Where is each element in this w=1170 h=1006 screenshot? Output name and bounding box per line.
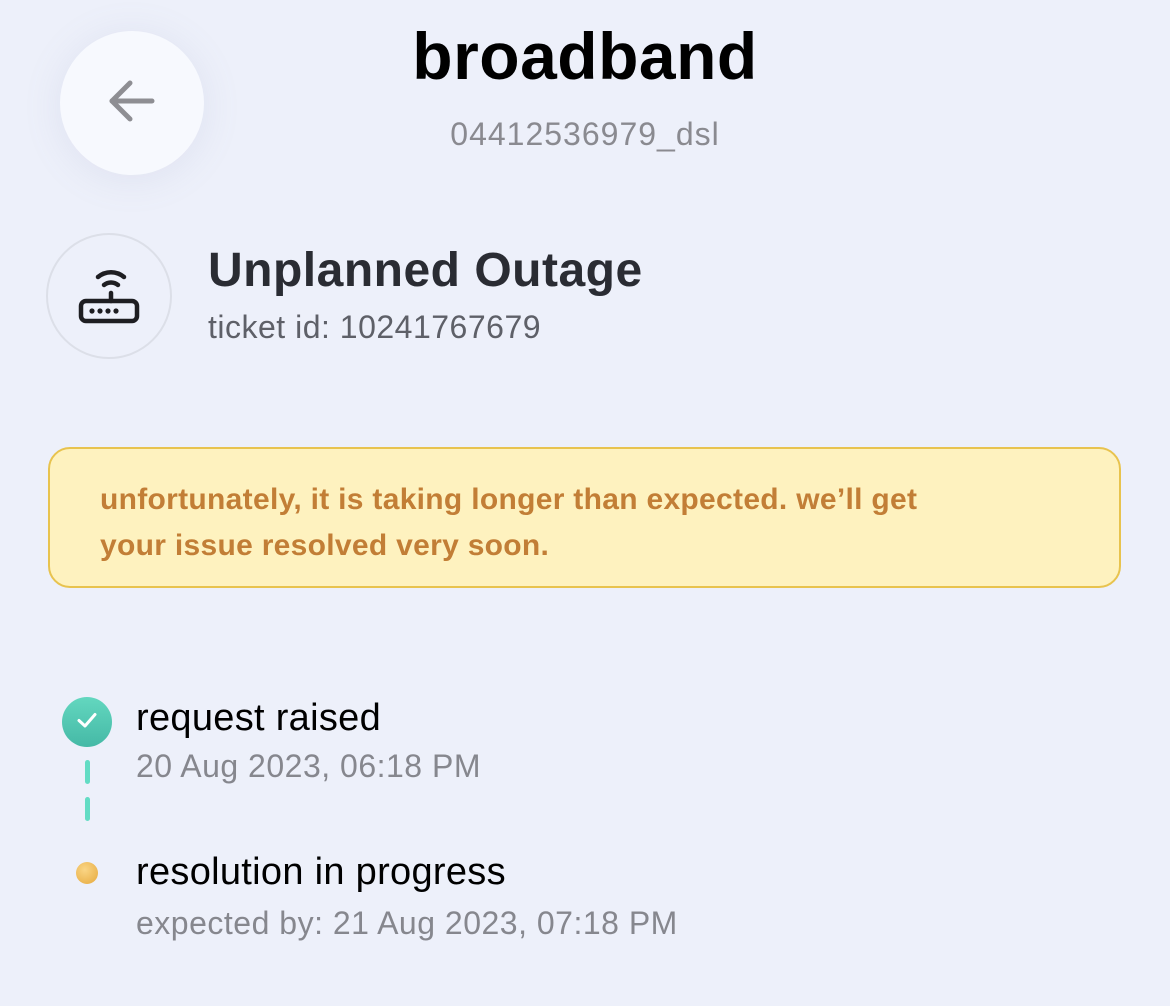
check-icon xyxy=(75,708,99,737)
step-title-resolution: resolution in progress xyxy=(136,851,506,893)
step-in-progress-indicator xyxy=(76,862,98,884)
issue-title: Unplanned Outage xyxy=(208,244,643,297)
step-completed-indicator xyxy=(62,697,112,747)
timeline-connector xyxy=(85,797,90,821)
step-date-request-raised: 20 Aug 2023, 06:18 PM xyxy=(136,748,481,784)
alert-text-line-1: unfortunately, it is taking longer than … xyxy=(100,483,918,516)
page-title: broadband xyxy=(412,19,758,93)
account-number: 04412536979_dsl xyxy=(450,116,720,152)
timeline-connector xyxy=(85,760,90,784)
router-icon-container xyxy=(46,233,172,359)
alert-text-line-2: your issue resolved very soon. xyxy=(100,529,550,562)
delay-alert-banner: unfortunately, it is taking longer than … xyxy=(48,447,1121,588)
ticket-id: ticket id: 10241767679 xyxy=(208,309,542,345)
step-title-request-raised: request raised xyxy=(136,697,382,739)
step-expected-date: expected by: 21 Aug 2023, 07:18 PM xyxy=(136,905,678,941)
router-icon xyxy=(76,261,142,332)
